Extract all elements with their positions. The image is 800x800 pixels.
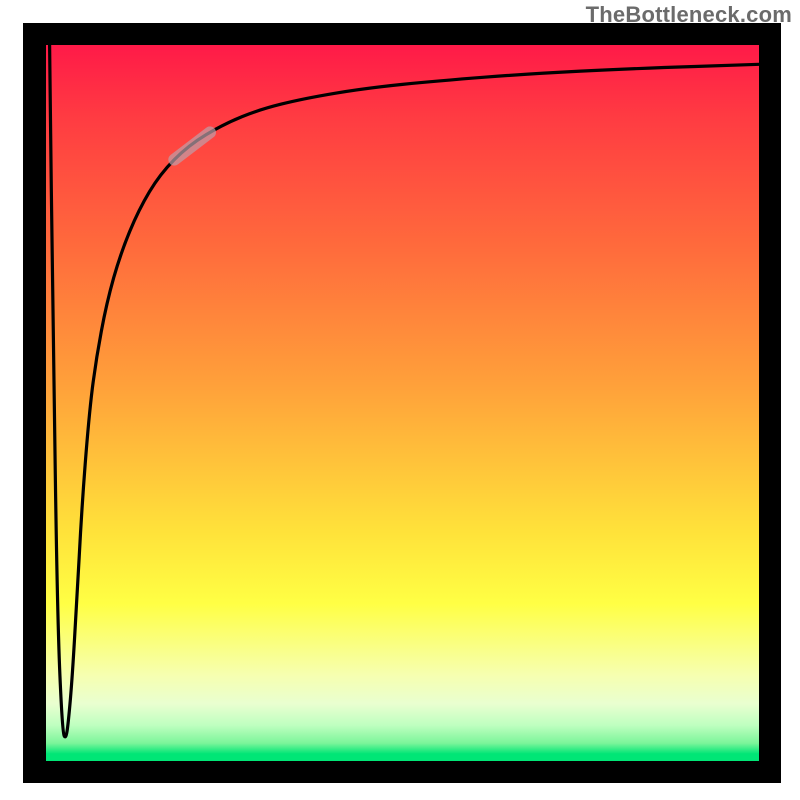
highlight-segment <box>174 132 210 159</box>
curve-layer <box>46 45 759 761</box>
chart-stage: TheBottleneck.com <box>0 0 800 800</box>
bottleneck-curve <box>50 45 759 737</box>
